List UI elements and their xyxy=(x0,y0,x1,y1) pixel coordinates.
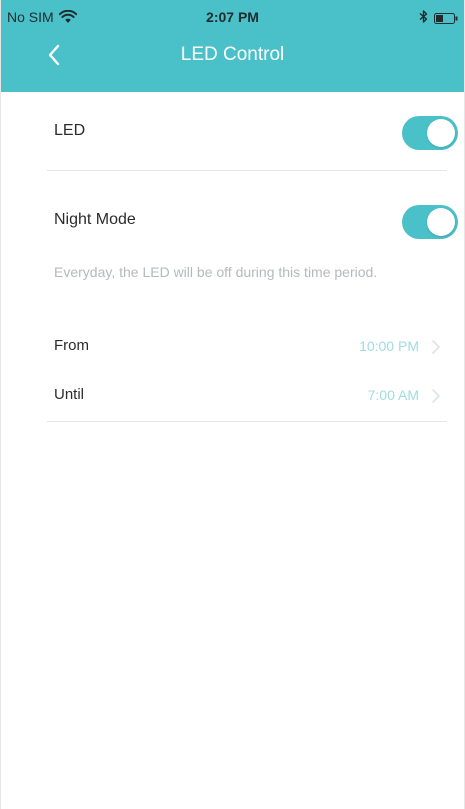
header: No SIM 2:07 PM LED Control xyxy=(1,0,464,92)
status-time: 2:07 PM xyxy=(206,9,259,25)
divider xyxy=(47,421,447,422)
until-time-value: 7:00 AM xyxy=(367,387,419,403)
led-label: LED xyxy=(54,122,86,139)
chevron-right-icon xyxy=(431,339,441,355)
led-toggle[interactable] xyxy=(402,116,458,150)
from-row[interactable]: From 10:00 PM xyxy=(54,332,445,362)
led-row: LED xyxy=(54,113,458,153)
until-label: Until xyxy=(54,386,85,403)
page-title: LED Control xyxy=(180,44,285,65)
night-mode-toggle[interactable] xyxy=(402,205,458,239)
night-mode-description: Everyday, the LED will be off during thi… xyxy=(54,264,378,280)
battery-icon xyxy=(434,11,458,24)
status-bar: No SIM 2:07 PM xyxy=(1,0,464,34)
nav-bar: LED Control xyxy=(1,34,464,92)
app-screen: No SIM 2:07 PM LED Control LED Night Mod… xyxy=(0,0,465,809)
chevron-right-icon xyxy=(431,388,441,404)
night-mode-row: Night Mode xyxy=(54,202,458,242)
night-mode-label: Night Mode xyxy=(54,211,136,228)
from-time-value: 10:00 PM xyxy=(359,338,419,354)
until-row[interactable]: Until 7:00 AM xyxy=(54,381,445,411)
divider xyxy=(47,170,447,171)
bluetooth-icon xyxy=(419,10,428,23)
from-label: From xyxy=(54,337,89,354)
toggle-knob xyxy=(427,119,455,147)
status-right-group xyxy=(419,10,458,24)
toggle-knob xyxy=(427,208,455,236)
